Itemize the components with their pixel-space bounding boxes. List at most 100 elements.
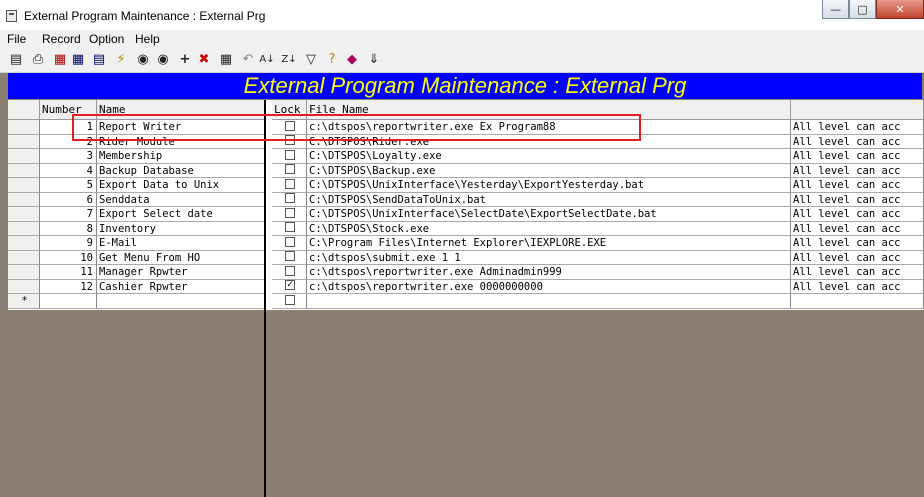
cell-file-name[interactable]: C:\DTSPOS\SendDataToUnix.bat — [307, 192, 791, 207]
cell-lock[interactable] — [272, 250, 307, 265]
cell-name[interactable]: Membership — [97, 149, 265, 164]
exit-icon[interactable]: ⇓ — [366, 52, 382, 68]
cell-number[interactable]: 8 — [40, 221, 97, 236]
cell-file-name[interactable] — [307, 294, 791, 309]
printer-icon[interactable]: ⎙ — [30, 52, 46, 68]
table-row[interactable]: 5 Export Data to Unix C:\DTSPOS\UnixInterf… — [8, 178, 924, 193]
row-selector[interactable] — [8, 265, 40, 280]
binoculars-next-icon[interactable]: ◉ — [155, 52, 171, 68]
table-row[interactable]: 11 Manager Rpwter c:\dtspos\reportwriter.e… — [8, 265, 924, 280]
cell-number[interactable]: 3 — [40, 149, 97, 164]
cell-lock[interactable] — [272, 221, 307, 236]
menu-help[interactable]: Help — [135, 32, 160, 46]
menu-file[interactable]: File — [7, 32, 26, 46]
cell-name[interactable]: Get Menu From HO — [97, 250, 265, 265]
cell-name[interactable]: Inventory — [97, 221, 265, 236]
binoculars-icon[interactable]: ◉ — [135, 52, 151, 68]
row-selector[interactable] — [8, 250, 40, 265]
cell-name[interactable] — [97, 294, 265, 309]
lock-checkbox[interactable] — [285, 149, 295, 160]
cell-extra[interactable]: All level can acc — [791, 250, 924, 265]
cell-name[interactable]: Manager Rpwter — [97, 265, 265, 280]
close-button[interactable]: ✕ — [876, 0, 924, 19]
lock-checkbox[interactable] — [285, 193, 295, 203]
lock-checkbox[interactable] — [285, 207, 295, 218]
row-selector[interactable] — [8, 221, 40, 236]
calendar-icon[interactable]: ▦ — [70, 52, 86, 68]
cell-number[interactable]: 6 — [40, 192, 97, 207]
cell-lock[interactable] — [272, 294, 307, 309]
lock-checkbox[interactable] — [285, 178, 295, 189]
cell-extra[interactable]: All level can acc — [791, 279, 924, 294]
cell-file-name[interactable]: C:\DTSPOS\UnixInterface\SelectDate\Expor… — [307, 207, 791, 222]
menu-option[interactable]: Option — [89, 32, 124, 46]
cell-number[interactable]: 7 — [40, 207, 97, 222]
cell-extra[interactable]: All level can acc — [791, 134, 924, 149]
table-row[interactable]: 8 Inventory C:\DTSPOS\Stock.exe All level c… — [8, 221, 924, 236]
lock-checkbox[interactable] — [285, 294, 295, 305]
cell-number[interactable]: 12 — [40, 279, 97, 294]
row-selector[interactable] — [8, 279, 40, 294]
cell-name[interactable]: Cashier Rpwter — [97, 279, 265, 294]
row-selector[interactable] — [8, 163, 40, 178]
lock-checkbox[interactable] — [285, 164, 295, 174]
minimize-button[interactable]: — — [822, 0, 849, 19]
cell-extra[interactable]: All level can acc — [791, 192, 924, 207]
lock-checkbox[interactable] — [285, 236, 295, 247]
cell-number[interactable]: 10 — [40, 250, 97, 265]
grid-icon[interactable]: ▦ — [218, 52, 234, 68]
menu-record[interactable]: Record — [42, 32, 81, 46]
table-row[interactable]: 4 Backup Database C:\DTSPOS\Backup.exe All … — [8, 163, 924, 178]
help-icon[interactable]: ? — [324, 52, 340, 68]
undo-icon[interactable]: ↶ — [240, 52, 256, 68]
cell-number[interactable]: 4 — [40, 163, 97, 178]
cell-extra[interactable]: All level can acc — [791, 149, 924, 164]
cell-file-name[interactable]: c:\dtspos\reportwriter.exe 0000000000 — [307, 279, 791, 294]
row-selector[interactable] — [8, 207, 40, 222]
row-selector[interactable] — [8, 134, 40, 149]
new-row[interactable]: * — [8, 294, 924, 309]
table-row[interactable]: 7 Export Select date C:\DTSPOS\UnixInterfa… — [8, 207, 924, 222]
row-selector[interactable] — [8, 120, 40, 135]
cell-extra[interactable]: All level can acc — [791, 265, 924, 280]
cell-lock[interactable] — [272, 236, 307, 251]
cell-lock[interactable] — [272, 163, 307, 178]
cell-name[interactable]: E-Mail — [97, 236, 265, 251]
cell-extra[interactable]: All level can acc — [791, 236, 924, 251]
sort-desc-icon[interactable]: Z↓ — [281, 52, 297, 68]
cell-file-name[interactable]: C:\DTSPOS\Stock.exe — [307, 221, 791, 236]
cell-extra[interactable]: All level can acc — [791, 207, 924, 222]
cell-lock[interactable] — [272, 207, 307, 222]
lock-checkbox[interactable] — [285, 222, 295, 232]
table-row[interactable]: 6 Senddata C:\DTSPOS\SendDataToUnix.bat All… — [8, 192, 924, 207]
lightning-icon[interactable]: ⚡ — [113, 52, 129, 68]
lock-checkbox[interactable] — [285, 265, 295, 276]
header-extra[interactable] — [791, 100, 924, 120]
cell-file-name[interactable]: C:\DTSPOS\UnixInterface\Yesterday\Export… — [307, 178, 791, 193]
table-row[interactable]: 10 Get Menu From HO c:\dtspos\submit.exe 1… — [8, 250, 924, 265]
filter-icon[interactable]: ▽ — [303, 52, 319, 68]
add-icon[interactable]: + — [177, 52, 193, 68]
cell-file-name[interactable]: C:\DTSPOS\Backup.exe — [307, 163, 791, 178]
row-selector[interactable] — [8, 192, 40, 207]
table-row[interactable]: 12 Cashier Rpwter ✓ c:\dtspos\reportwriter.… — [8, 279, 924, 294]
print-setup-icon[interactable]: ▤ — [8, 52, 24, 68]
cell-number[interactable] — [40, 294, 97, 309]
cell-extra[interactable]: All level can acc — [791, 163, 924, 178]
cell-name[interactable]: Export Data to Unix — [97, 178, 265, 193]
row-selector[interactable] — [8, 149, 40, 164]
maximize-button[interactable]: □ — [849, 0, 876, 19]
cell-lock[interactable] — [272, 265, 307, 280]
cell-name[interactable]: Backup Database — [97, 163, 265, 178]
cell-name[interactable]: Export Select date — [97, 207, 265, 222]
cell-extra[interactable]: All level can acc — [791, 178, 924, 193]
cell-number[interactable]: 5 — [40, 178, 97, 193]
lock-checkbox[interactable] — [285, 251, 295, 261]
cell-lock[interactable] — [272, 149, 307, 164]
cell-file-name[interactable]: C:\Program Files\Internet Explorer\IEXPL… — [307, 236, 791, 251]
cell-extra[interactable]: All level can acc — [791, 120, 924, 135]
eraser-icon[interactable]: ◆ — [344, 52, 360, 68]
cell-lock[interactable] — [272, 192, 307, 207]
sort-asc-icon[interactable]: A↓ — [259, 52, 275, 68]
cell-extra[interactable] — [791, 294, 924, 309]
